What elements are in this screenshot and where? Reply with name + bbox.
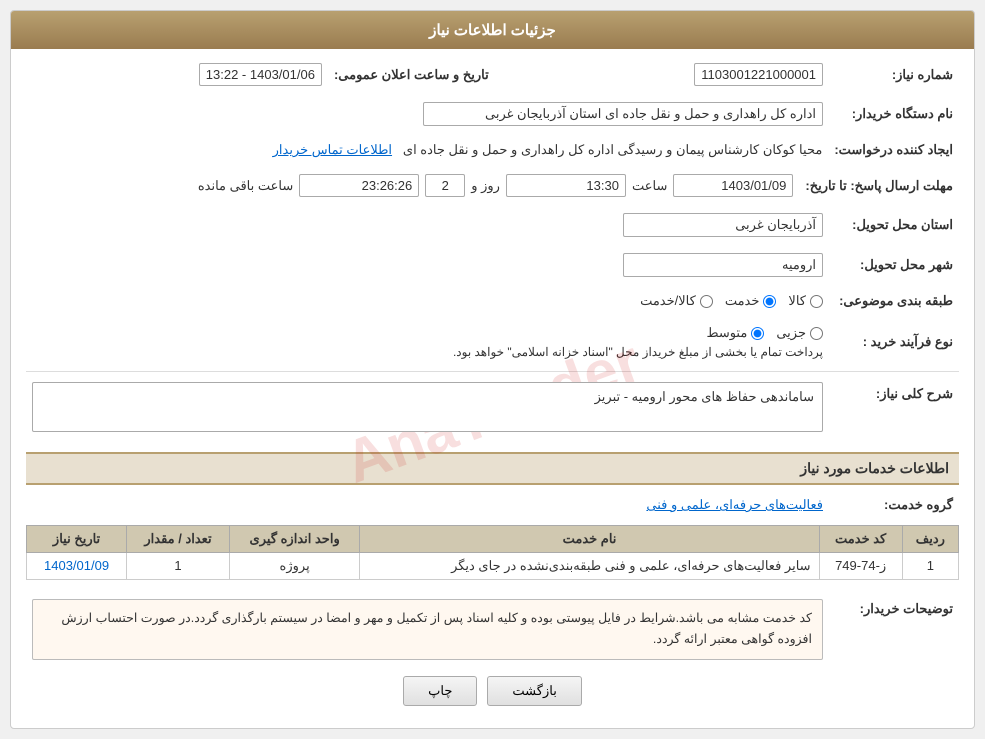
creator-label: ایجاد کننده درخواست:: [828, 138, 959, 162]
buyer-notes-value: کد خدمت مشابه می باشد.شرایط در فایل پیوس…: [26, 595, 829, 664]
cell-quantity: 1: [127, 553, 230, 580]
city-label: شهر محل تحویل:: [829, 249, 959, 281]
service-group-link[interactable]: فعالیت‌های حرفه‌ای، علمی و فنی: [646, 497, 823, 512]
response-days-label: روز و: [471, 178, 500, 194]
purchase-type-label: نوع فرآیند خرید :: [829, 321, 959, 363]
province-label: استان محل تحویل:: [829, 209, 959, 241]
need-number-box: 1103001221000001: [694, 63, 823, 86]
info-table-deadline: مهلت ارسال پاسخ: تا تاریخ: 1403/01/09 سا…: [26, 170, 959, 201]
purchase-type-radio-group: جزیی متوسط: [32, 325, 823, 341]
category-option-khedmat: خدمت: [725, 293, 777, 309]
info-table-notes: توضیحات خریدار: کد خدمت مشابه می باشد.شر…: [26, 595, 959, 664]
watermark-area: AnaTender شرح کلی نیاز: ساماندهی حفاظ ها…: [26, 378, 959, 444]
service-group-value: فعالیت‌های حرفه‌ای، علمی و فنی: [26, 493, 829, 517]
col-row-num: ردیف: [902, 526, 958, 553]
col-service-name: نام خدمت: [360, 526, 819, 553]
category-option-kala-khedmat: کالا/خدمت: [640, 293, 713, 309]
col-date: تاریخ نیاز: [27, 526, 127, 553]
purchase-type-option-jozii: جزیی: [776, 325, 823, 341]
creator-text: محیا کوکان کارشناس پیمان و رسیدگی اداره …: [403, 142, 822, 157]
purchase-type-radio-jozii[interactable]: [810, 327, 823, 340]
response-date-box: 1403/01/09: [673, 174, 793, 197]
cell-unit: پروژه: [229, 553, 360, 580]
category-label-kala-khedmat: کالا/خدمت: [640, 293, 696, 309]
response-remaining-box: 23:26:26: [299, 174, 419, 197]
response-deadline-value: 1403/01/09 ساعت 13:30 روز و 2 23:26:26 س…: [26, 170, 799, 201]
response-days-box: 2: [425, 174, 465, 197]
cell-row-num: 1: [902, 553, 958, 580]
category-label-kala: کالا: [788, 293, 806, 309]
service-group-label: گروه خدمت:: [829, 493, 959, 517]
divider-1: [26, 371, 959, 372]
category-radio-khedmat[interactable]: [763, 295, 776, 308]
services-table: ردیف کد خدمت نام خدمت واحد اندازه گیری ت…: [26, 525, 959, 580]
buyer-org-value: اداره کل راهداری و حمل و نقل جاده ای است…: [26, 98, 829, 130]
purchase-type-option-motavasset: متوسط: [706, 325, 764, 341]
need-number-value: 1103001221000001: [515, 59, 829, 90]
province-value: آذربایجان غربی: [26, 209, 829, 241]
need-number-label: شماره نیاز:: [829, 59, 959, 90]
info-table-category: طبقه بندی موضوعی: کالا خدمت: [26, 289, 959, 313]
category-label: طبقه بندی موضوعی:: [829, 289, 959, 313]
info-table-city: شهر محل تحویل: ارومیه: [26, 249, 959, 281]
category-radio-kala-khedmat[interactable]: [700, 295, 713, 308]
info-table-desc: شرح کلی نیاز: ساماندهی حفاظ های محور ارو…: [26, 378, 959, 436]
purchase-type-label-jozii: جزیی: [776, 325, 806, 341]
purchase-type-radio-motavasset[interactable]: [751, 327, 764, 340]
publish-datetime-value: 1403/01/06 - 13:22: [26, 59, 328, 90]
info-table-creator: ایجاد کننده درخواست: محیا کوکان کارشناس …: [26, 138, 959, 162]
cell-date: 1403/01/09: [27, 553, 127, 580]
response-time-box: 13:30: [506, 174, 626, 197]
city-box: ارومیه: [623, 253, 823, 277]
info-table-purchase-type: نوع فرآیند خرید : جزیی متوسط: [26, 321, 959, 363]
cell-service-name: سایر فعالیت‌های حرفه‌ای، علمی و فنی طبقه…: [360, 553, 819, 580]
purchase-type-radios: جزیی متوسط پرداخت تمام یا بخشی از مبلغ خ…: [26, 321, 829, 363]
buyer-org-label: نام دستگاه خریدار:: [829, 98, 959, 130]
response-deadline-label: مهلت ارسال پاسخ: تا تاریخ:: [799, 170, 959, 201]
col-quantity: تعداد / مقدار: [127, 526, 230, 553]
description-value: ساماندهی حفاظ های محور ارومیه - تبریز: [26, 378, 829, 436]
buyer-org-box: اداره کل راهداری و حمل و نقل جاده ای است…: [423, 102, 823, 126]
purchase-type-note: پرداخت تمام یا بخشی از مبلغ خریداز محل "…: [32, 345, 823, 359]
category-radio-kala[interactable]: [810, 295, 823, 308]
services-section-header: اطلاعات خدمات مورد نیاز: [26, 452, 959, 485]
cell-service-code: ز-74-749: [819, 553, 902, 580]
main-card: جزئیات اطلاعات نیاز شماره نیاز: 11030012…: [10, 10, 975, 729]
info-table-service-group: گروه خدمت: فعالیت‌های حرفه‌ای، علمی و فن…: [26, 493, 959, 517]
page-title: جزئیات اطلاعات نیاز: [11, 11, 974, 49]
col-service-code: کد خدمت: [819, 526, 902, 553]
category-radios: کالا خدمت کالا/خدمت: [26, 289, 829, 313]
info-table-buyer: نام دستگاه خریدار: اداره کل راهداری و حم…: [26, 98, 959, 130]
btn-print[interactable]: چاپ: [403, 676, 477, 706]
buyer-notes-label: توضیحات خریدار:: [829, 595, 959, 664]
page-container: جزئیات اطلاعات نیاز شماره نیاز: 11030012…: [0, 0, 985, 739]
timer-row: 1403/01/09 ساعت 13:30 روز و 2 23:26:26 س…: [32, 174, 793, 197]
card-body: شماره نیاز: 1103001221000001 تاریخ و ساع…: [11, 49, 974, 728]
info-table-top: شماره نیاز: 1103001221000001 تاریخ و ساع…: [26, 59, 959, 90]
description-box: ساماندهی حفاظ های محور ارومیه - تبریز: [32, 382, 823, 432]
buyer-notes-box: کد خدمت مشابه می باشد.شرایط در فایل پیوس…: [32, 599, 823, 660]
category-label-khedmat: خدمت: [725, 293, 760, 309]
category-radio-group: کالا خدمت کالا/خدمت: [32, 293, 823, 309]
table-row: 1 ز-74-749 سایر فعالیت‌های حرفه‌ای، علمی…: [27, 553, 959, 580]
info-table-province: استان محل تحویل: آذربایجان غربی: [26, 209, 959, 241]
creator-link[interactable]: اطلاعات تماس خریدار: [273, 142, 392, 157]
purchase-type-label-motavasset: متوسط: [706, 325, 747, 341]
btn-group: بازگشت چاپ: [26, 676, 959, 706]
description-label: شرح کلی نیاز:: [829, 378, 959, 436]
province-box: آذربایجان غربی: [623, 213, 823, 237]
creator-value: محیا کوکان کارشناس پیمان و رسیدگی اداره …: [26, 138, 828, 162]
response-time-label: ساعت: [632, 178, 667, 194]
response-remaining-label: ساعت باقی مانده: [198, 178, 293, 194]
btn-back[interactable]: بازگشت: [487, 676, 581, 706]
col-unit: واحد اندازه گیری: [229, 526, 360, 553]
city-value: ارومیه: [26, 249, 829, 281]
publish-datetime-box: 1403/01/06 - 13:22: [199, 63, 322, 86]
category-option-kala: کالا: [788, 293, 823, 309]
publish-datetime-label: تاریخ و ساعت اعلان عمومی:: [328, 59, 495, 90]
